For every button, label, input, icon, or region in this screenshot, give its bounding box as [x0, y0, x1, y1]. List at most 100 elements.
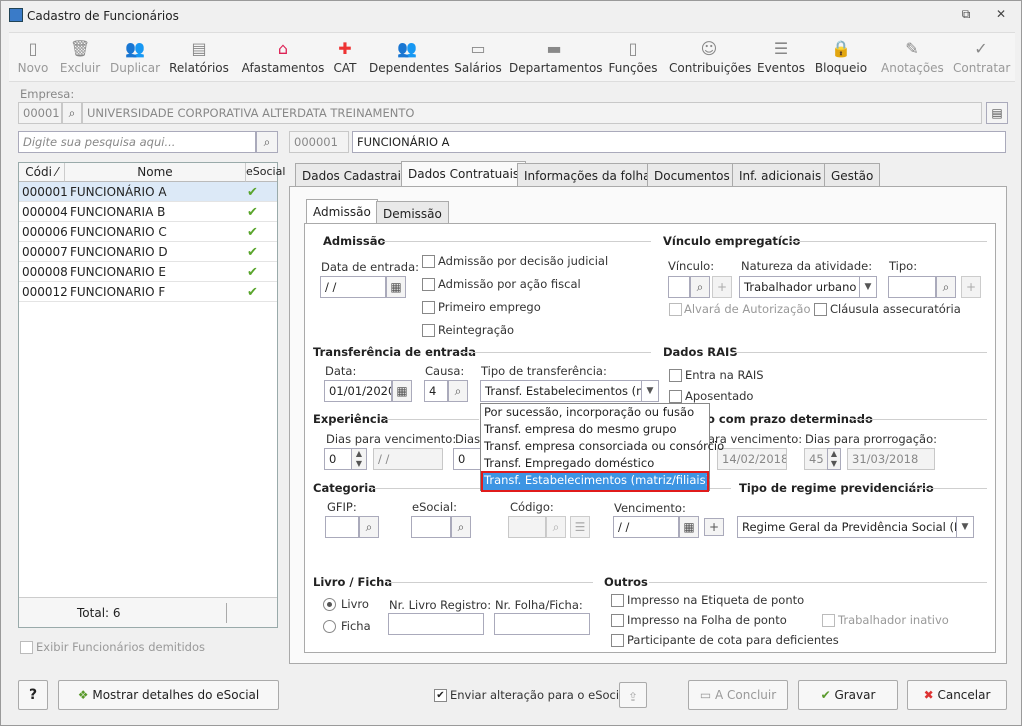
cota-checkbox[interactable]: [611, 634, 624, 647]
notes-button[interactable]: ✎ Anotações: [881, 35, 944, 81]
etiqueta-checkbox[interactable]: [611, 594, 624, 607]
search-input[interactable]: Digite sua pesquisa aqui...: [18, 131, 256, 153]
ficha-radio[interactable]: [323, 620, 336, 633]
tab-informacoes-folha[interactable]: Informações da folha: [517, 163, 658, 187]
dropdown-option-selected[interactable]: Transf. Estabelecimentos (matriz/filiais…: [481, 471, 710, 492]
search-icon[interactable]: ⌕: [256, 131, 278, 153]
contributions-button[interactable]: ☺ Contribuições: [669, 35, 751, 81]
absences-button[interactable]: ⌂ Afastamentos: [241, 35, 325, 81]
hire-button[interactable]: ✓ Contratar: [953, 35, 1010, 81]
departments-button[interactable]: ▬ Departamentos: [509, 35, 603, 81]
tab-dados-cadastrais[interactable]: Dados Cadastrais: [295, 163, 415, 187]
dias2-input[interactable]: 0: [453, 448, 481, 470]
table-row[interactable]: 000008 FUNCIONARIO E ✔: [19, 262, 277, 282]
functions-button[interactable]: ▯ Funções: [605, 35, 661, 81]
livro-radio[interactable]: [323, 598, 336, 611]
duplicate-button[interactable]: 👥 Duplicar: [109, 35, 161, 81]
dias-vencimento-input[interactable]: 0: [324, 448, 352, 470]
check-icon: ✔: [247, 245, 258, 260]
reintegracao-checkbox[interactable]: [422, 324, 435, 337]
events-button[interactable]: ☰ Eventos: [757, 35, 805, 81]
aposentado-label: Aposentado: [685, 389, 754, 403]
table-row[interactable]: 000001 FUNCIONÁRIO A ✔: [19, 182, 277, 202]
chevron-down-icon[interactable]: ▼: [859, 276, 877, 298]
table-row[interactable]: 000004 FUNCIONARIA B ✔: [19, 202, 277, 222]
salaries-button[interactable]: ▭ Salários: [453, 35, 503, 81]
cancel-button[interactable]: ✖ Cancelar: [907, 680, 1007, 710]
show-dismissed-checkbox[interactable]: [20, 641, 33, 654]
col-header-code[interactable]: Códi ⁄: [19, 163, 65, 182]
vencimento-input[interactable]: / /: [613, 516, 679, 538]
folha-ponto-checkbox[interactable]: [611, 614, 624, 627]
gfip-search-icon[interactable]: ⌕: [359, 516, 379, 538]
col-header-name[interactable]: Nome: [65, 163, 246, 182]
new-button[interactable]: ▯ Novo: [13, 35, 53, 81]
tipo-input[interactable]: [888, 276, 936, 298]
vinculo-input[interactable]: [668, 276, 690, 298]
help-button[interactable]: ?: [18, 680, 48, 710]
delete-button[interactable]: 🗑 Excluir: [59, 35, 101, 81]
dependents-button[interactable]: 👥 Dependentes: [369, 35, 449, 81]
nr-livro-input[interactable]: [388, 613, 484, 635]
data-entrada-input[interactable]: / /: [320, 276, 386, 298]
nr-folha-input[interactable]: [494, 613, 590, 635]
tab-gestao[interactable]: Gestão: [824, 163, 881, 187]
table-row[interactable]: 000006 FUNCIONARIO C ✔: [19, 222, 277, 242]
transf-data-input[interactable]: 01/01/2020: [324, 380, 392, 402]
title-bar: Cadastro de Funcionários ⧉ ✕: [1, 1, 1021, 31]
gfip-input[interactable]: [325, 516, 359, 538]
outros-title: Outros: [604, 575, 648, 589]
add-icon[interactable]: +: [704, 518, 724, 536]
regime-select[interactable]: Regime Geral da Previdência Social (RGP: [737, 516, 957, 538]
causa-input[interactable]: 4: [424, 380, 448, 402]
stepper-icon[interactable]: ▲ ▼: [351, 448, 367, 470]
dropdown-option[interactable]: Por sucessão, incorporação ou fusão: [483, 405, 707, 422]
esocial-cat-label: eSocial:: [412, 500, 458, 514]
cat-button[interactable]: ✚ CAT: [327, 35, 363, 81]
causa-search-icon[interactable]: ⌕: [448, 380, 468, 402]
tipo-search-icon[interactable]: ⌕: [936, 276, 956, 298]
dropdown-option[interactable]: Transf. empresa do mesmo grupo: [483, 422, 707, 439]
save-button[interactable]: ✔ Gravar: [798, 680, 898, 710]
chevron-down-icon[interactable]: ▼: [956, 516, 974, 538]
calendar-icon[interactable]: ▦: [386, 276, 406, 298]
dropdown-option[interactable]: Transf. empresa consorciada ou consórcio: [483, 439, 724, 456]
enviar-esocial-checkbox[interactable]: ✔: [434, 689, 447, 702]
esocial-search-icon[interactable]: ⌕: [451, 516, 471, 538]
employee-name-field[interactable]: FUNCIONÁRIO A: [352, 131, 1006, 153]
block-button[interactable]: 🔒 Bloqueio: [813, 35, 869, 81]
prorrogacao-date: 31/03/2018: [847, 448, 935, 470]
company-card-icon[interactable]: ▤: [986, 102, 1008, 124]
table-row[interactable]: 000007 FUNCIONARIO D ✔: [19, 242, 277, 262]
show-esocial-details-button[interactable]: ❖ Mostrar detalhes do eSocial: [58, 680, 279, 710]
tipo-transf-select[interactable]: Transf. Estabelecimentos (ma: [480, 380, 642, 402]
entra-rais-checkbox[interactable]: [669, 369, 682, 382]
close-icon[interactable]: ✕: [991, 7, 1011, 25]
tab-dados-contratuais[interactable]: Dados Contratuais: [401, 161, 527, 187]
tab-inf-adicionais[interactable]: Inf. adicionais: [732, 163, 829, 187]
app-icon: [9, 8, 23, 22]
clausula-checkbox[interactable]: [814, 303, 827, 316]
table-row[interactable]: 000012 FUNCIONARIO F ✔: [19, 282, 277, 302]
vinculo-search-icon[interactable]: ⌕: [690, 276, 710, 298]
subtab-demissao[interactable]: Demissão: [376, 201, 449, 225]
acao-fiscal-checkbox[interactable]: [422, 278, 435, 291]
aposentado-checkbox[interactable]: [669, 390, 682, 403]
window: Cadastro de Funcionários ⧉ ✕ ▯ Novo 🗑 Excl…: [0, 0, 1022, 726]
nr-livro-label: Nr. Livro Registro:: [389, 598, 492, 612]
dropdown-option[interactable]: Transf. Empregado doméstico: [483, 456, 707, 473]
reports-button[interactable]: ▤ Relatórios: [169, 35, 229, 81]
calendar-icon[interactable]: ▦: [679, 516, 699, 538]
primeiro-emprego-checkbox[interactable]: [422, 301, 435, 314]
check-icon: ✔: [247, 205, 258, 220]
calendar-icon[interactable]: ▦: [392, 380, 412, 402]
esocial-cat-input[interactable]: [411, 516, 451, 538]
restore-icon[interactable]: ⧉: [956, 7, 976, 25]
natureza-select[interactable]: Trabalhador urbano: [739, 276, 861, 298]
decisao-judicial-checkbox[interactable]: [422, 255, 435, 268]
tab-documentos[interactable]: Documentos: [647, 163, 737, 187]
duplicate-users-icon: 👥: [125, 39, 145, 58]
chevron-down-icon[interactable]: ▼: [641, 380, 659, 402]
subtab-admissao[interactable]: Admissão: [306, 199, 378, 225]
col-header-esocial[interactable]: eSocial: [246, 163, 285, 182]
